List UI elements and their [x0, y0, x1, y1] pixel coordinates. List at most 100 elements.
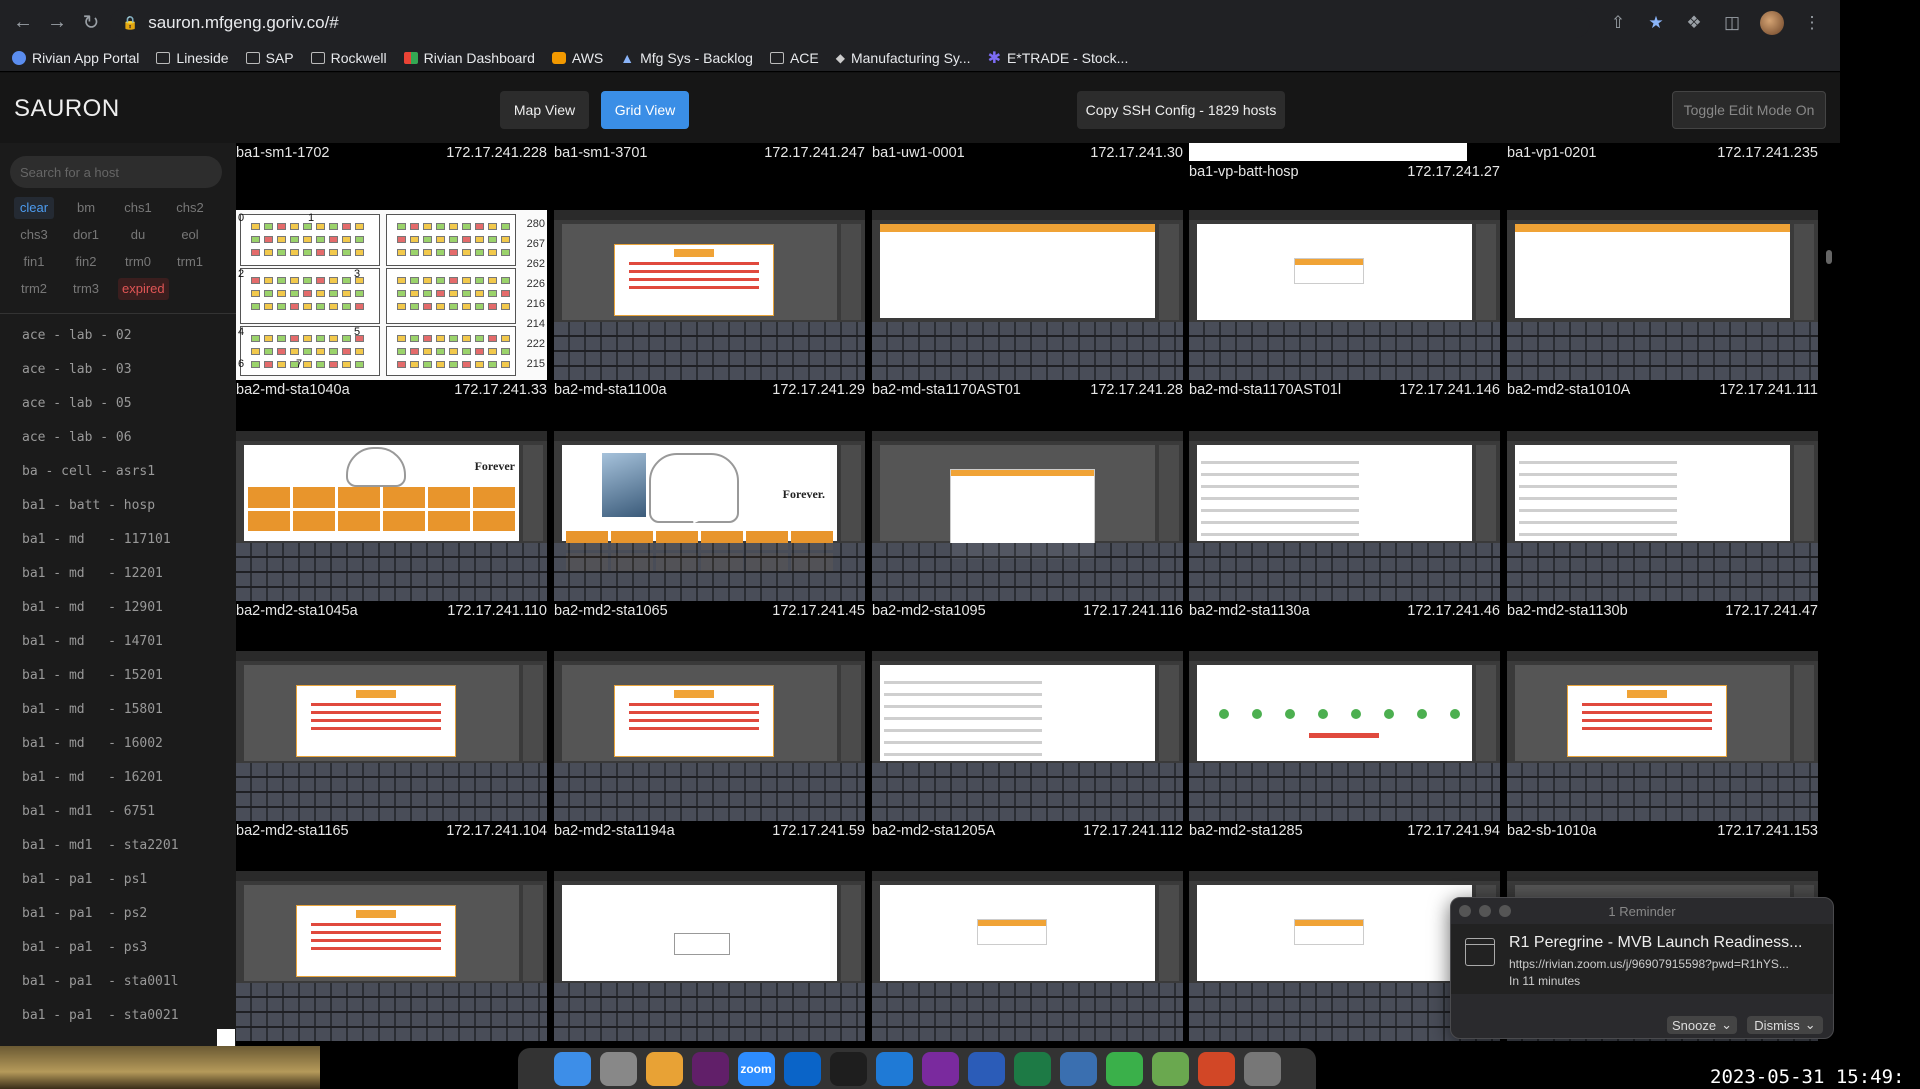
bookmark-item[interactable]: Rivian Dashboard — [403, 50, 535, 66]
host-name[interactable]: ba2-md2-sta1130b — [1507, 601, 1628, 621]
sidebar-host-item[interactable]: ba1 - md - 14701 — [0, 624, 236, 658]
host-screen-thumbnail[interactable] — [1507, 431, 1818, 601]
host-name[interactable]: ba2-md2-sta1010A — [1507, 380, 1630, 400]
page-scrollbar-thumb[interactable] — [1826, 250, 1832, 264]
slack-icon[interactable] — [691, 1051, 729, 1086]
host-screen-thumbnail[interactable] — [872, 431, 1183, 601]
extensions-icon[interactable]: ❖ — [1684, 13, 1704, 33]
grid-cell[interactable]: ba2-md2-sta1165 172.17.241.104 — [236, 651, 547, 841]
filter-chip-chs3[interactable]: chs3 — [14, 224, 54, 246]
onenote-icon[interactable] — [921, 1051, 959, 1086]
filter-chip-trm0[interactable]: trm0 — [118, 251, 158, 273]
address-bar[interactable]: 🔒 sauron.mfgeng.goriv.co/# — [110, 7, 1590, 38]
grid-view-button[interactable]: Grid View — [601, 91, 689, 129]
grid-cell[interactable]: ba2-md-sta1170AST01l 172.17.241.146 — [1189, 210, 1500, 400]
host-name[interactable]: ba2-md-sta1170AST01l — [1189, 380, 1341, 400]
sidebar-host-item[interactable]: ba1 - md1 - 6751 — [0, 794, 236, 828]
sidebar-host-item[interactable]: ba1 - md - 12901 — [0, 590, 236, 624]
sidebar-host-item[interactable]: ba1 - md - 12201 — [0, 556, 236, 590]
grid-cell[interactable]: ba2-md2-sta1194a 172.17.241.59 — [554, 651, 865, 841]
grid-cell[interactable]: ba2-md2-sta1095 172.17.241.116 — [872, 431, 1183, 621]
filter-chip-trm1[interactable]: trm1 — [170, 251, 210, 273]
sidebar-host-item[interactable]: ba1 - pa1 - sta001l — [0, 964, 236, 998]
filter-chip-fin1[interactable]: fin1 — [14, 251, 54, 273]
excel-icon[interactable] — [1013, 1051, 1051, 1086]
sidebar-host-item[interactable]: ba1 - md - 117101 — [0, 522, 236, 556]
reload-icon[interactable]: ↻ — [76, 8, 106, 38]
host-screen-thumbnail[interactable] — [1189, 651, 1500, 821]
bookmark-item[interactable]: SAP — [245, 50, 294, 66]
copy-ssh-config-button[interactable]: Copy SSH Config - 1829 hosts — [1077, 91, 1285, 129]
host-screen-thumbnail[interactable]: Forever. — [554, 431, 865, 601]
share-icon[interactable]: ⇧ — [1608, 13, 1628, 33]
chrome-icon[interactable] — [645, 1051, 683, 1086]
sidebar-host-item[interactable]: ba1 - md1 - sta2201 — [0, 828, 236, 862]
snooze-button[interactable]: Snooze ⌄ — [1667, 1016, 1737, 1034]
star-icon[interactable]: ★ — [1646, 13, 1666, 33]
outlook-icon[interactable] — [783, 1051, 821, 1086]
forward-icon[interactable]: → — [42, 8, 72, 38]
vscode-icon[interactable] — [875, 1051, 913, 1086]
sidebar-host-item[interactable]: ba1 - md - 15201 — [0, 658, 236, 692]
bookmark-item[interactable]: ▲ Mfg Sys - Backlog — [620, 50, 753, 66]
host-screen-thumbnail[interactable] — [1189, 210, 1500, 380]
filter-chip-fin2[interactable]: fin2 — [66, 251, 106, 273]
sidebar-host-item[interactable]: ba1 - md - 16201 — [0, 760, 236, 794]
sidebar-host-item[interactable]: ba1 - pa1 - ps2 — [0, 896, 236, 930]
vpn-icon[interactable] — [1151, 1051, 1189, 1086]
host-name[interactable]: ba1-sm1-1702 — [236, 143, 330, 163]
bookmark-item[interactable]: Lineside — [156, 50, 229, 66]
back-icon[interactable]: ← — [8, 8, 38, 38]
grid-cell[interactable]: ba2-md2-sta1130a 172.17.241.46 — [1189, 431, 1500, 621]
filter-chip-trm3[interactable]: trm3 — [66, 278, 106, 300]
host-screen-thumbnail[interactable]: 280 267 262 226 216 214 222 215 0 1 2 3 4 5 6 7 — [236, 210, 547, 380]
bookmark-item[interactable]: Rivian App Portal — [12, 50, 139, 66]
filter-chip-bm[interactable]: bm — [66, 197, 106, 219]
host-name[interactable]: ba2-md2-sta1194a — [554, 821, 675, 841]
sidebar-host-item[interactable]: ba1 - pa1 - ps1 — [0, 862, 236, 896]
sidebar-host-item[interactable]: ba1 - batt - hosp — [0, 488, 236, 522]
filter-chip-eol[interactable]: eol — [170, 224, 210, 246]
sidebar-host-item[interactable]: ace - lab - 03 — [0, 352, 236, 386]
host-screen-thumbnail[interactable] — [872, 871, 1183, 1041]
grid-cell[interactable] — [554, 871, 865, 1041]
bookmark-item[interactable]: Rockwell — [310, 50, 387, 66]
grid-cell[interactable] — [236, 871, 547, 1041]
host-name[interactable]: ba1-uw1-0001 — [872, 143, 965, 163]
grid-cell[interactable] — [872, 871, 1183, 1041]
grid-cell[interactable]: Forever ba2-md2-sta1045a 172.17.241.110 — [236, 431, 547, 621]
filter-chip-du[interactable]: du — [118, 224, 158, 246]
host-name[interactable]: ba2-md2-sta1065 — [554, 601, 668, 621]
reminder-url[interactable]: https://rivian.zoom.us/j/96907915598?pwd… — [1509, 957, 1789, 971]
host-name[interactable]: ba2-md2-sta1205A — [872, 821, 995, 841]
host-screen-thumbnail[interactable] — [1507, 651, 1818, 821]
host-name[interactable]: ba2-md2-sta1045a — [236, 601, 358, 621]
filter-chip-expired[interactable]: expired — [118, 278, 169, 300]
menu-kebab-icon[interactable]: ⋮ — [1802, 13, 1822, 33]
sidebar-host-item[interactable]: ba1 - pa1 - sta0021 — [0, 998, 236, 1032]
grid-cell[interactable]: ba2-md2-sta1285 172.17.241.94 — [1189, 651, 1500, 841]
host-screen-thumbnail[interactable] — [1189, 431, 1500, 601]
sidebar-host-item[interactable]: ace - lab - 02 — [0, 318, 236, 352]
host-screen-thumbnail[interactable] — [872, 651, 1183, 821]
host-name[interactable]: ba2-md-sta1170AST01 — [872, 380, 1021, 400]
host-name[interactable]: ba1-sm1-3701 — [554, 143, 648, 163]
finder-icon[interactable] — [553, 1051, 591, 1086]
host-search-input[interactable] — [10, 156, 222, 188]
grid-cell[interactable]: ba2-md2-sta1205A 172.17.241.112 — [872, 651, 1183, 841]
host-name[interactable]: ba2-md-sta1100a — [554, 380, 667, 400]
sidebar-host-item[interactable]: ace - lab - 06 — [0, 420, 236, 454]
sidebar-scrollbar-thumb[interactable] — [217, 1029, 235, 1046]
host-screen-thumbnail[interactable] — [1507, 210, 1818, 380]
host-name[interactable]: ba2-md2-sta1095 — [872, 601, 986, 621]
sidebar-host-item[interactable]: ba1 - pa1 - ps3 — [0, 930, 236, 964]
sidepanel-icon[interactable]: ◫ — [1722, 13, 1742, 33]
host-screen-thumbnail[interactable] — [872, 210, 1183, 380]
url-text[interactable]: sauron.mfgeng.goriv.co/# — [148, 13, 339, 33]
sidebar-host-item[interactable]: ba1 - md - 16002 — [0, 726, 236, 760]
host-screen-thumbnail[interactable] — [236, 871, 547, 1041]
filter-chip-chs2[interactable]: chs2 — [170, 197, 210, 219]
bookmark-item[interactable]: ✱ E*TRADE - Stock... — [988, 48, 1129, 68]
host-screen-thumbnail[interactable] — [554, 210, 865, 380]
bookmark-item[interactable]: ACE — [769, 50, 819, 66]
